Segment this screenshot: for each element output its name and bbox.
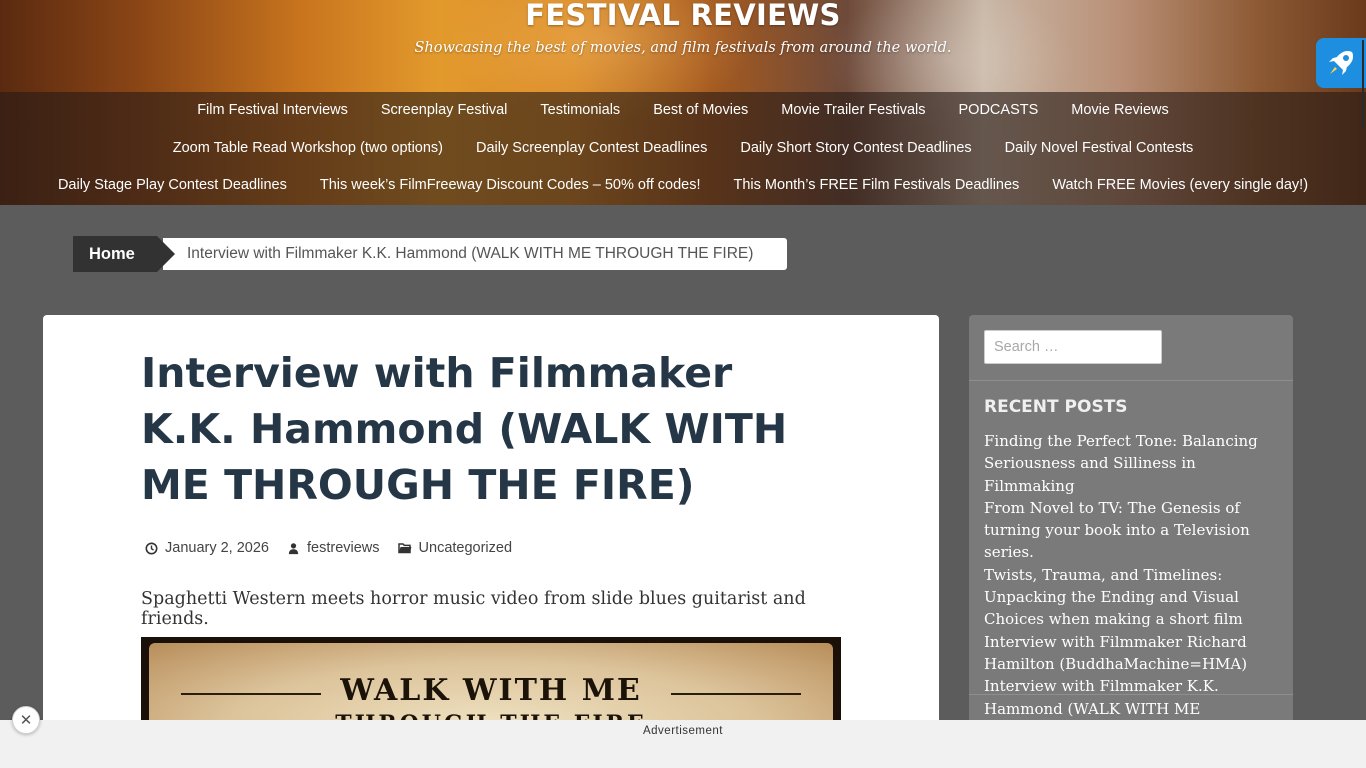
post-author[interactable]: festreviews	[307, 540, 380, 556]
nav-row-3: Daily Stage Play Contest Deadlines This …	[0, 177, 1366, 193]
search-input[interactable]	[984, 330, 1162, 364]
recent-post-link[interactable]: Twists, Trauma, and Timelines: Unpacking…	[984, 564, 1284, 631]
main-navigation: Film Festival Interviews Screenplay Fest…	[0, 92, 1366, 205]
recent-posts-title: RECENT POSTS	[984, 397, 1128, 417]
site-title[interactable]: FESTIVAL REVIEWS	[0, 0, 1366, 32]
recent-post-link[interactable]: From Novel to TV: The Genesis of turning…	[984, 497, 1284, 564]
nav-item-testimonials[interactable]: Testimonials	[524, 102, 637, 118]
sidebar-divider	[969, 694, 1293, 695]
recent-post-link[interactable]: Finding the Perfect Tone: Balancing Seri…	[984, 430, 1284, 497]
post-category[interactable]: Uncategorized	[419, 540, 513, 556]
breadcrumb-current: Interview with Filmmaker K.K. Hammond (W…	[163, 238, 787, 270]
nav-item-free-film-festivals[interactable]: This Month’s FREE Film Festivals Deadlin…	[717, 177, 1036, 193]
post-category-item[interactable]: Uncategorized	[397, 540, 513, 556]
article: Interview with Filmmaker K.K. Hammond (W…	[43, 315, 939, 768]
breadcrumb-home[interactable]: Home	[73, 236, 175, 272]
breadcrumb: Home Interview with Filmmaker K.K. Hammo…	[73, 236, 787, 272]
recent-post-link[interactable]: Interview with Filmmaker Richard Hamilto…	[984, 631, 1284, 676]
recent-posts-list: Finding the Perfect Tone: Balancing Seri…	[984, 430, 1284, 742]
advertisement-label: Advertisement	[642, 725, 723, 737]
rocket-icon	[1329, 51, 1353, 75]
nav-row-1: Film Festival Interviews Screenplay Fest…	[0, 102, 1366, 118]
nav-item-screenplay-festival[interactable]: Screenplay Festival	[364, 102, 524, 118]
nav-item-daily-novel-contests[interactable]: Daily Novel Festival Contests	[988, 140, 1210, 156]
nav-item-daily-screenplay-deadlines[interactable]: Daily Screenplay Contest Deadlines	[460, 140, 724, 156]
post-title: Interview with Filmmaker K.K. Hammond (W…	[141, 349, 788, 509]
nav-item-best-of-movies[interactable]: Best of Movies	[637, 102, 765, 118]
user-icon	[288, 542, 299, 554]
poster-title: WALK WITH ME	[340, 673, 642, 708]
nav-item-watch-free-movies[interactable]: Watch FREE Movies (every single day!)	[1036, 177, 1325, 193]
nav-item-movie-reviews[interactable]: Movie Reviews	[1055, 102, 1186, 118]
scroll-edge	[1362, 40, 1364, 128]
post-date[interactable]: January 2, 2026	[165, 540, 269, 556]
site-header: FESTIVAL REVIEWS Showcasing the best of …	[0, 0, 1366, 205]
post-date-item[interactable]: January 2, 2026	[145, 540, 269, 556]
sidebar: RECENT POSTS Finding the Perfect Tone: B…	[969, 315, 1293, 768]
nav-item-movie-trailer-festivals[interactable]: Movie Trailer Festivals	[765, 102, 942, 118]
close-ad-button[interactable]: ✕	[12, 706, 40, 734]
nav-item-zoom-table-read[interactable]: Zoom Table Read Workshop (two options)	[156, 140, 459, 156]
nav-item-daily-stage-play-deadlines[interactable]: Daily Stage Play Contest Deadlines	[41, 177, 303, 193]
advertisement-bar: Advertisement	[0, 720, 1366, 768]
close-icon: ✕	[19, 711, 33, 729]
sidebar-divider	[969, 380, 1293, 381]
nav-item-film-festival-interviews[interactable]: Film Festival Interviews	[181, 102, 365, 118]
nav-item-filmfreeway-discount-codes[interactable]: This week’s FilmFreeway Discount Codes –…	[303, 177, 717, 193]
nav-item-podcasts[interactable]: PODCASTS	[942, 102, 1055, 118]
nav-row-2: Zoom Table Read Workshop (two options) D…	[0, 140, 1366, 156]
clock-icon	[145, 542, 158, 554]
folder-icon	[397, 543, 411, 554]
nav-item-daily-short-story-deadlines[interactable]: Daily Short Story Contest Deadlines	[724, 140, 988, 156]
post-meta: January 2, 2026 festreviews Uncategorize…	[145, 540, 530, 556]
site-tagline: Showcasing the best of movies, and film …	[414, 40, 952, 56]
post-author-item[interactable]: festreviews	[287, 540, 380, 556]
post-excerpt: Spaghetti Western meets horror music vid…	[141, 589, 806, 629]
rocket-button[interactable]	[1316, 38, 1366, 88]
